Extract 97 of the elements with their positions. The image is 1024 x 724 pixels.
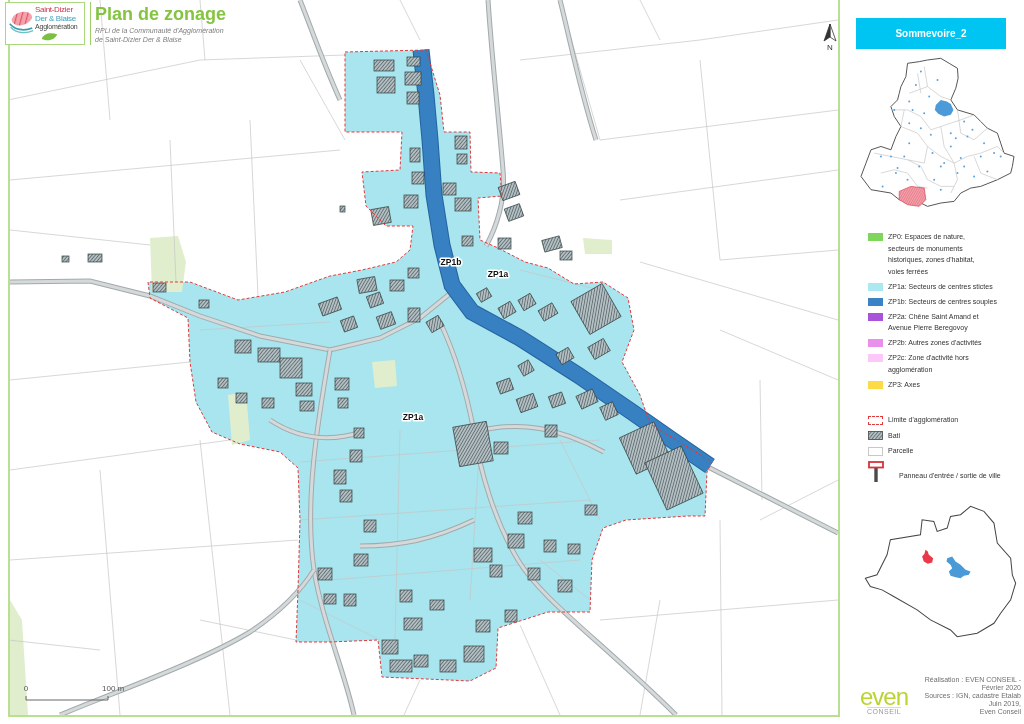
building [503,203,525,222]
building [339,205,346,213]
building [461,235,474,247]
north-label: N [827,43,833,52]
building [475,287,493,303]
highlighted-commune [898,186,927,207]
building [407,267,420,279]
built-up-area [946,555,971,578]
empty-square-icon [868,447,883,456]
vegetation-area [150,236,186,292]
logo-name: Saint-Dizier [35,5,73,14]
north-arrow-icon [823,23,837,42]
logo-name: Der & Blaise [35,14,76,23]
building [555,346,575,366]
building [257,347,281,363]
building [407,307,421,323]
building [399,589,413,603]
building [317,567,333,581]
building [261,397,275,409]
location-banner: Sommevoire_2 [856,18,1006,49]
built-up-area [922,549,934,564]
building [61,255,70,263]
building [87,253,103,263]
building [517,511,533,525]
building [475,619,491,633]
building [497,237,512,250]
building [425,314,445,334]
building [375,311,397,330]
building [349,449,363,463]
building [339,489,353,503]
building [439,659,457,673]
building [404,71,422,86]
hatched-square-icon [868,430,883,440]
building [515,393,539,413]
building [353,427,365,439]
building [456,153,468,165]
building [323,593,337,605]
dashed-square-icon [868,416,883,425]
building [279,357,303,379]
building [507,533,525,549]
building [333,469,347,485]
building [299,400,315,412]
building [504,609,518,623]
vegetation-area [372,360,397,388]
building [409,147,421,163]
building [370,206,392,226]
building [489,564,503,578]
building [454,135,468,150]
building [381,639,399,655]
building [517,359,535,377]
building [198,299,210,309]
building [376,76,396,94]
building [454,197,472,212]
building [463,645,485,663]
building [406,91,420,105]
building [527,567,541,581]
map-title: Plan de zonage [95,4,227,24]
building [403,617,423,631]
building [235,392,248,404]
building [373,59,395,72]
building [429,599,445,611]
building [356,276,378,294]
logo-wordmark: even [860,687,909,707]
building [403,194,419,209]
building [295,382,313,397]
building [567,543,581,555]
building [497,300,517,320]
building [334,377,350,391]
building [411,171,425,185]
signpost-icon [868,460,884,482]
building [497,181,521,201]
building [584,504,598,516]
zone-label: ZP1a [487,269,509,279]
building [318,296,342,317]
building [234,339,252,354]
building [406,56,421,67]
scale-label: 0 [23,684,29,693]
building [473,547,493,563]
building [353,553,369,567]
building [557,579,573,593]
building [337,397,349,409]
building [389,279,405,292]
building [343,593,357,607]
building [544,424,558,438]
zone-label: ZP1a [402,412,424,422]
building [548,391,566,409]
vegetation-area [583,238,612,254]
building [152,282,167,293]
building [217,377,229,389]
building [363,519,377,533]
building [366,291,384,309]
scale-label: 100 m [102,684,125,693]
leaf-icon [41,32,58,42]
building [496,377,514,395]
building [442,182,457,196]
building [340,315,358,333]
building [543,539,557,553]
